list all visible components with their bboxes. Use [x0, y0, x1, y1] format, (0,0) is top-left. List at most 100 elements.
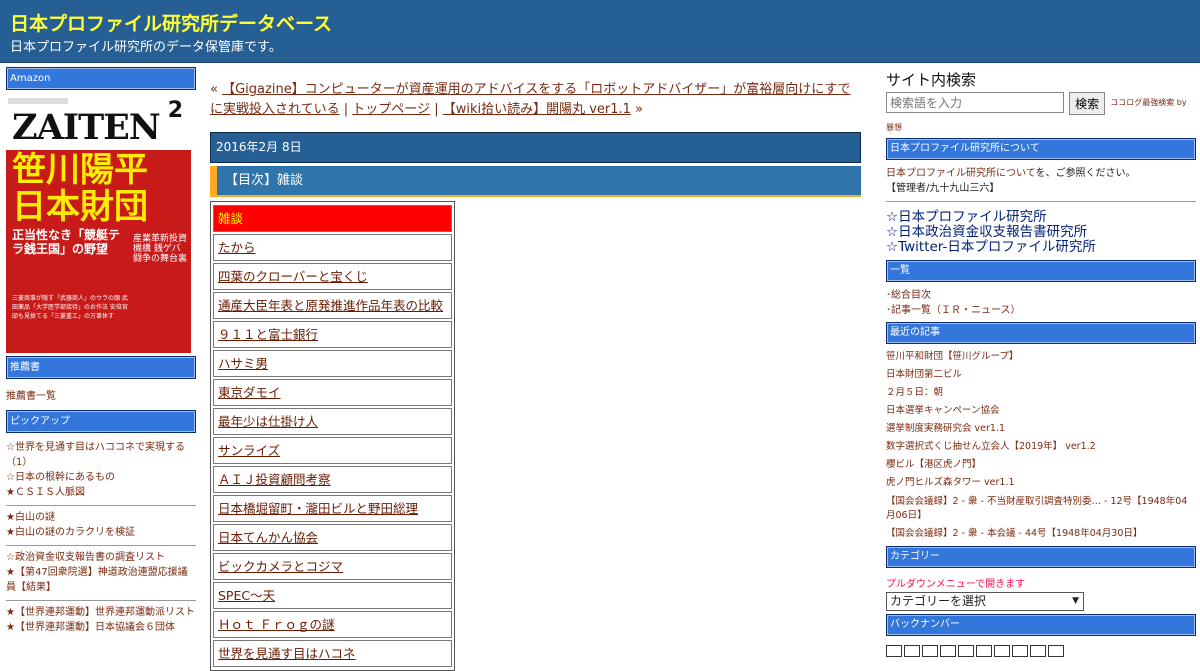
pickup-link[interactable]: ★【第47回衆院選】神道政治連盟応援議員【結果】	[6, 565, 196, 595]
site-title[interactable]: 日本プロファイル研究所データベース	[10, 9, 332, 36]
search-title: サイト内検索	[886, 71, 977, 89]
divider	[6, 600, 196, 601]
search-credit-link-2[interactable]: 暴想	[886, 122, 1196, 133]
book-issue-number: 2	[167, 98, 183, 123]
book-headline: 笹川陽平 日本財団	[12, 150, 148, 227]
toc-row: 東京ダモイ	[213, 379, 452, 406]
toc-row: 四葉のクローバーと宝くじ	[213, 263, 452, 290]
nav-separator: |	[434, 102, 439, 117]
main-content: « 【Gigazine】コンピューターが資産運用のアドバイスをする「ロボットアド…	[210, 80, 861, 671]
toc-link[interactable]: 最年少は仕掛け人	[218, 414, 318, 429]
toc-link[interactable]: 東京ダモイ	[218, 385, 281, 400]
category-note: プルダウンメニューで開きます	[886, 579, 1026, 590]
recommend-heading: 推薦書	[6, 356, 196, 379]
search-button[interactable]: 検索	[1069, 92, 1106, 115]
backnumber-calendar	[886, 642, 1196, 657]
calendar-cell[interactable]	[976, 645, 992, 657]
toc-row: 日本てんかん協会	[213, 524, 452, 551]
book-side-text: 産業革新投資機構 銭ゲバ闘争の舞台裏	[133, 234, 188, 264]
toc-link[interactable]: ９１１と富士銀行	[218, 327, 318, 342]
list-heading: 一覧	[886, 260, 1196, 282]
toc-link[interactable]: たから	[218, 240, 256, 255]
calendar-cell[interactable]	[886, 645, 902, 657]
toc-link[interactable]: 通産大臣年表と原発推進作品年表の比較	[218, 298, 443, 313]
book-cover-image[interactable]: ZAITEN 2 笹川陽平 日本財団 正当性なき「競艇テラ銭王国」の野望 産業革…	[6, 94, 191, 353]
calendar-cell[interactable]	[1048, 645, 1064, 657]
list-link[interactable]: ･記事一覧（ＩＲ・ニュース）	[886, 303, 1196, 318]
toc-row: ビックカメラとコジマ	[213, 553, 452, 580]
toc-link[interactable]: ビックカメラとコジマ	[218, 559, 343, 574]
recent-post-link[interactable]: 【国会会議録】2 - 衆 - 本会議 - 44号【1948年04月30日】	[886, 525, 1196, 543]
nav-separator: |	[343, 102, 349, 117]
toc-row: 日本橋堀留町・瀧田ビルと野田総理	[213, 495, 452, 522]
admin-label: 【管理者/九十九山三六】	[886, 183, 1000, 194]
calendar-cell[interactable]	[1012, 645, 1028, 657]
toc-link[interactable]: 四葉のクローバーと宝くじ	[218, 269, 368, 284]
toc-link[interactable]: 世界を見通す目はハコネ	[218, 646, 356, 661]
left-sidebar: Amazon ZAITEN 2 笹川陽平 日本財団 正当性なき「競艇テラ銭王国」…	[6, 67, 196, 635]
top-page-link[interactable]: トップページ	[352, 102, 430, 117]
toc-link[interactable]: 日本てんかん協会	[218, 530, 318, 545]
pickup-link[interactable]: ★【世界連邦運動】世界連邦運動派リスト	[6, 605, 196, 620]
entry-navigation: « 【Gigazine】コンピューターが資産運用のアドバイスをする「ロボットアド…	[210, 80, 861, 120]
calendar-cell[interactable]	[958, 645, 974, 657]
external-link[interactable]: ☆日本政治資金収支報告書研究所	[886, 225, 1196, 240]
toc-row: サンライズ	[213, 437, 452, 464]
pickup-link[interactable]: ☆日本の根幹にあるもの	[6, 470, 196, 485]
recent-post-link[interactable]: 虎ノ門ヒルズ森タワー ver1.1	[886, 474, 1196, 492]
recent-post-link[interactable]: 日本財団第二ビル	[886, 366, 1196, 384]
toc-row: たから	[213, 234, 452, 261]
divider	[6, 545, 196, 546]
toc-link[interactable]: 日本橋堀留町・瀧田ビルと野田総理	[218, 501, 418, 516]
external-link[interactable]: ☆日本プロファイル研究所	[886, 210, 1196, 225]
toc-row-highlight: 雑談	[213, 205, 452, 232]
calendar-cell[interactable]	[922, 645, 938, 657]
external-links: ☆日本プロファイル研究所 ☆日本政治資金収支報告書研究所 ☆Twitter-日本…	[886, 210, 1196, 255]
recent-post-link[interactable]: 笹川平和財団【笹川グループ】	[886, 348, 1196, 366]
toc-link[interactable]: SPEC〜天	[218, 588, 275, 603]
calendar-cell[interactable]	[1030, 645, 1046, 657]
recent-post-link[interactable]: 数字選択式くじ抽せん立会人【2019年】 ver1.2	[886, 438, 1196, 456]
toc-link[interactable]: ハサミ男	[218, 356, 268, 371]
search-input[interactable]	[886, 92, 1064, 113]
recommend-link[interactable]: 推薦書一覧	[6, 387, 196, 402]
toc-row: 通産大臣年表と原発推進作品年表の比較	[213, 292, 452, 319]
recent-heading: 最近の記事	[886, 322, 1196, 344]
pickup-group-3: ☆政治資金収支報告書の調査リスト ★【第47回衆院選】神道政治連盟応援議員【結果…	[6, 550, 196, 595]
recent-post-link[interactable]: ２月５日：朝	[886, 384, 1196, 402]
recent-post-link[interactable]: 選挙制度実務研究会 ver1.1	[886, 420, 1196, 438]
recent-post-link[interactable]: 【国会会議録】2 - 衆 - 不当財産取引調査特別委… - 12号【1948年0…	[886, 495, 1196, 523]
pickup-group-1: ☆世界を見通す目はハココネで実現する（1） ☆日本の根幹にあるもの ★ＣＳＩＳ人…	[6, 440, 196, 500]
pickup-link[interactable]: ★【世界連邦運動】日本協議会６団体	[6, 620, 196, 635]
toc-row: 最年少は仕掛け人	[213, 408, 452, 435]
recent-post-link[interactable]: 櫻ビル【港区虎ノ門】	[886, 456, 1196, 474]
list-link[interactable]: ･総合目次	[886, 288, 1196, 303]
book-small-text: 三菱商事が隠す「武器商人」のウラの顔 武田薬品「大学医学部接待」のお作法 安倍官…	[12, 295, 128, 320]
book-subhead: 正当性なき「競艇テラ銭王国」の野望	[12, 228, 121, 256]
recent-post-link[interactable]: 日本選挙キャンペーン協会	[886, 402, 1196, 420]
next-marker: »	[635, 102, 644, 117]
category-select[interactable]: カテゴリーを選択 ▼	[886, 592, 1084, 611]
pickup-link[interactable]: ★白山の謎のカラクリを検証	[6, 525, 196, 540]
toc-row: ＡＩＪ投資顧問考察	[213, 466, 452, 493]
about-link[interactable]: 日本プロファイル研究所について	[886, 168, 1036, 179]
list-links: ･総合目次 ･記事一覧（ＩＲ・ニュース）	[886, 288, 1196, 318]
calendar-cell[interactable]	[940, 645, 956, 657]
calendar-cell[interactable]	[904, 645, 920, 657]
external-link[interactable]: ☆Twitter-日本プロファイル研究所	[886, 240, 1196, 255]
toc-row: ９１１と富士銀行	[213, 321, 452, 348]
pickup-link[interactable]: ★白山の謎	[6, 510, 196, 525]
entry-title[interactable]: 【目次】雑談	[210, 166, 861, 197]
next-entry-link[interactable]: 【wiki拾い読み】開陽丸 ver1.1	[443, 102, 631, 117]
search-credit-link[interactable]: ココログ最強検索 by	[1110, 98, 1186, 107]
toc-row: SPEC〜天	[213, 582, 452, 609]
pickup-link[interactable]: ★ＣＳＩＳ人脈図	[6, 485, 196, 500]
toc-link[interactable]: サンライズ	[218, 443, 280, 458]
about-heading: 日本プロファイル研究所について	[886, 138, 1196, 160]
prev-marker: «	[210, 82, 218, 97]
pickup-link[interactable]: ☆政治資金収支報告書の調査リスト	[6, 550, 196, 565]
date-header: 2016年2月 8日	[210, 132, 861, 163]
pickup-link[interactable]: ☆世界を見通す目はハココネで実現する（1）	[6, 440, 196, 470]
toc-link[interactable]: ＡＩＪ投資顧問考察	[218, 472, 331, 487]
calendar-cell[interactable]	[994, 645, 1010, 657]
